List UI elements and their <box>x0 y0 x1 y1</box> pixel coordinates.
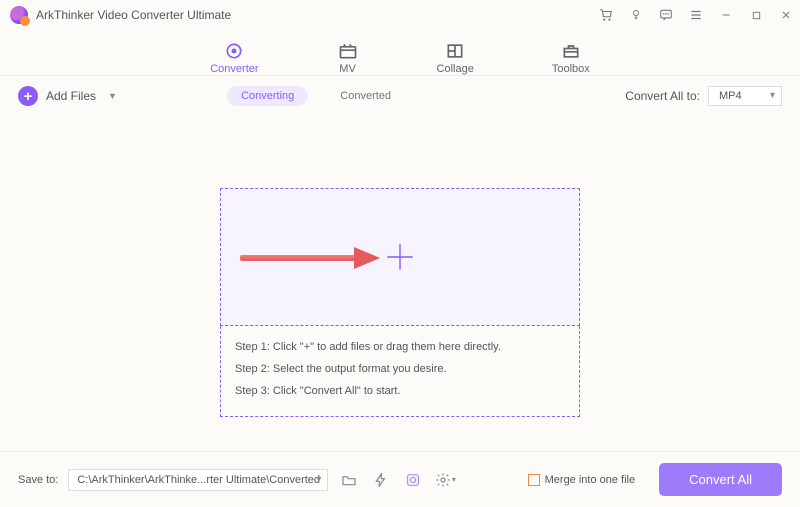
bottom-bar: Save to: C:\ArkThinker\ArkThinke...rter … <box>0 451 800 507</box>
step-2: Step 2: Select the output format you des… <box>235 358 565 380</box>
feedback-icon[interactable] <box>658 7 674 23</box>
format-control: Convert All to: MP4 <box>625 86 782 106</box>
format-value: MP4 <box>719 90 742 102</box>
step-3: Step 3: Click "Convert All" to start. <box>235 380 565 402</box>
tab-mv[interactable]: MV <box>337 41 359 75</box>
save-to-label: Save to: <box>18 474 58 486</box>
window-controls <box>598 7 794 23</box>
format-select[interactable]: MP4 <box>708 86 782 106</box>
main-area: Step 1: Click "+" to add files or drag t… <box>0 116 800 456</box>
tab-converter-label: Converter <box>210 63 258 75</box>
convert-all-to-label: Convert All to: <box>625 89 700 103</box>
toolbar: + Add Files ▼ Converting Converted Conve… <box>0 76 800 116</box>
close-icon[interactable] <box>778 7 794 23</box>
task-schedule-icon[interactable] <box>402 470 424 490</box>
app-logo-icon <box>10 6 28 24</box>
step-1: Step 1: Click "+" to add files or drag t… <box>235 336 565 358</box>
tab-mv-label: MV <box>339 63 356 75</box>
seg-converted[interactable]: Converted <box>326 86 405 106</box>
top-nav: Converter MV Collage Toolbox <box>0 30 800 76</box>
checkbox-icon <box>528 474 540 486</box>
tab-collage-label: Collage <box>437 63 474 75</box>
merge-label: Merge into one file <box>545 474 636 486</box>
settings-icon[interactable]: ▾ <box>434 470 456 490</box>
menu-icon[interactable] <box>688 7 704 23</box>
add-files-button[interactable]: + Add Files ▼ <box>18 86 117 106</box>
key-icon[interactable] <box>628 7 644 23</box>
maximize-icon[interactable] <box>748 7 764 23</box>
cart-icon[interactable] <box>598 7 614 23</box>
status-segmented: Converting Converted <box>227 86 405 106</box>
save-path-select[interactable]: C:\ArkThinker\ArkThinke...rter Ultimate\… <box>68 469 328 491</box>
app-title: ArkThinker Video Converter Ultimate <box>36 8 231 22</box>
open-folder-icon[interactable] <box>338 470 360 490</box>
save-path-value: C:\ArkThinker\ArkThinke...rter Ultimate\… <box>77 474 320 486</box>
title-bar: ArkThinker Video Converter Ultimate <box>0 0 800 30</box>
chevron-down-icon[interactable]: ▼ <box>108 91 117 101</box>
merge-checkbox[interactable]: Merge into one file <box>528 474 636 486</box>
annotation-arrow <box>240 247 380 269</box>
hw-accel-icon[interactable] <box>370 470 392 490</box>
tab-collage[interactable]: Collage <box>437 41 474 75</box>
plus-icon: + <box>18 86 38 106</box>
minimize-icon[interactable] <box>718 7 734 23</box>
seg-converting[interactable]: Converting <box>227 86 308 106</box>
tab-converter[interactable]: Converter <box>210 41 258 75</box>
steps-panel: Step 1: Click "+" to add files or drag t… <box>220 326 580 417</box>
convert-all-button[interactable]: Convert All <box>659 463 782 496</box>
add-files-label: Add Files <box>46 89 96 103</box>
tab-toolbox[interactable]: Toolbox <box>552 41 590 75</box>
tab-toolbox-label: Toolbox <box>552 63 590 75</box>
